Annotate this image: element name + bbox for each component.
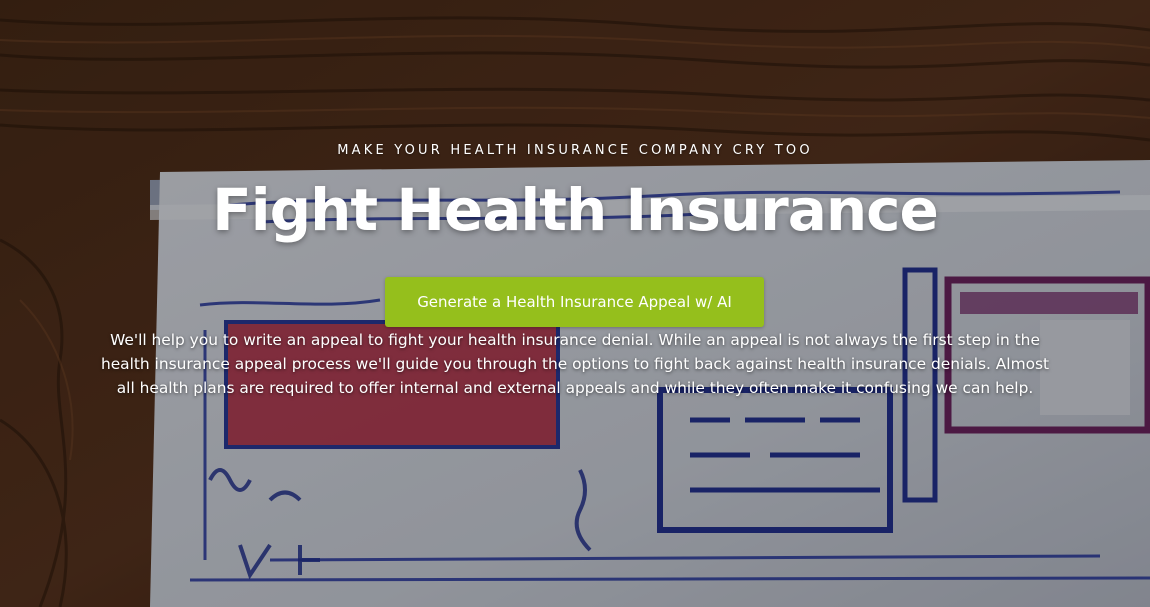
generate-appeal-button[interactable]: Generate a Health Insurance Appeal w/ AI [385, 277, 764, 327]
hero-content: MAKE YOUR HEALTH INSURANCE COMPANY CRY T… [0, 0, 1150, 607]
hero-description: We'll help you to write an appeal to fig… [100, 331, 1050, 397]
page-title: Fight Health Insurance [212, 176, 939, 244]
hero-tagline: MAKE YOUR HEALTH INSURANCE COMPANY CRY T… [337, 143, 813, 158]
hero-section: MAKE YOUR HEALTH INSURANCE COMPANY CRY T… [0, 0, 1150, 607]
